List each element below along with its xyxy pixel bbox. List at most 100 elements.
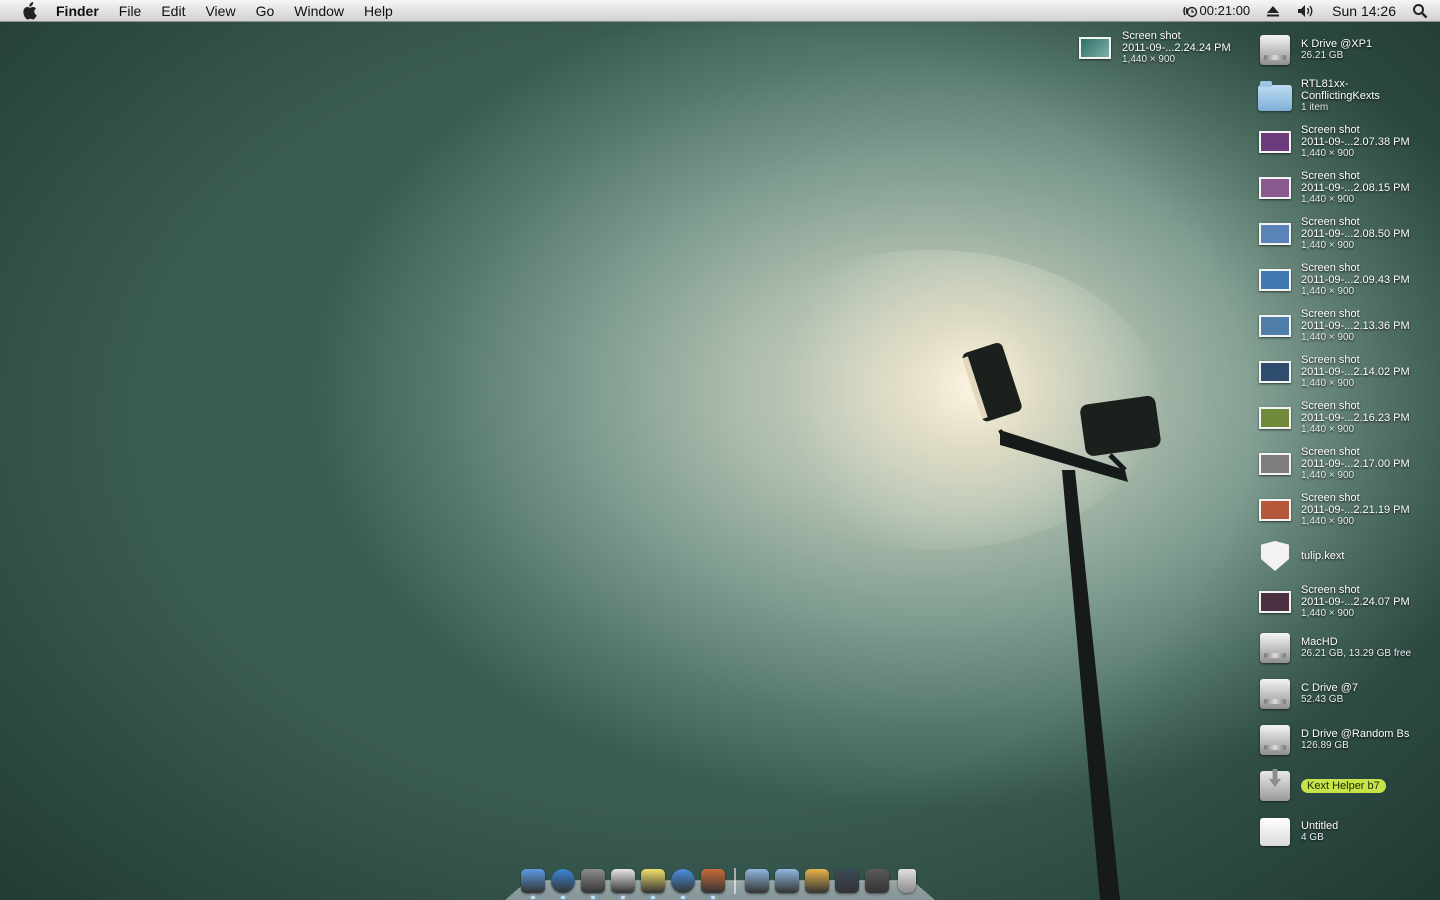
spotlight-menu-extra[interactable] [1404, 3, 1440, 19]
desktop-item-drive[interactable]: D Drive @Random Bs 126.89 GB [1258, 720, 1409, 760]
dock-screen-stack-1-icon[interactable] [834, 868, 860, 894]
desktop-item-whitedisk[interactable]: Untitled 4 GB [1258, 812, 1338, 852]
item-info: 1,440 × 900 [1301, 516, 1355, 527]
desktop-item-folder[interactable]: RTL81xx- ConflictingKexts 1 item [1258, 76, 1380, 116]
dock-finder-icon[interactable] [520, 868, 546, 899]
running-indicator [531, 896, 535, 899]
desktop-item-installer[interactable]: Kext Helper b7 [1258, 766, 1386, 806]
menu-file[interactable]: File [109, 0, 152, 22]
dock-preview-icon[interactable] [610, 868, 636, 899]
desktop-item-shot[interactable]: Screen shot 2011-09-...2.16.23 PM 1,440 × … [1258, 398, 1410, 438]
item-name: K Drive @XP1 [1301, 38, 1373, 50]
timer-icon [1182, 6, 1197, 18]
item-info: 126.89 GB [1301, 740, 1349, 751]
item-info: 4 GB [1301, 832, 1324, 843]
desktop-item-shot[interactable]: Screen shot 2011-09-...2.17.00 PM 1,440 × … [1258, 444, 1410, 484]
wallpaper-street-lamp [700, 250, 1161, 900]
dock-applications-stack-icon[interactable] [744, 868, 770, 894]
kext-bundle-icon [1258, 539, 1292, 573]
item-name: tulip.kext [1301, 550, 1345, 562]
desktop-item-shot[interactable]: Screen shot 2011-09-...2.09.43 PM 1,440 × … [1258, 260, 1410, 300]
image-thumbnail-icon [1258, 447, 1292, 481]
desktop-item-shot[interactable]: Screen shot 2011-09-...2.24.07 PM 1,440 × … [1258, 582, 1410, 622]
eject-menu-extra[interactable] [1258, 4, 1288, 18]
hard-drive-icon [1258, 723, 1292, 757]
menu-view[interactable]: View [195, 0, 245, 22]
dock-itunes-icon[interactable] [670, 868, 696, 899]
hard-drive-icon [1258, 631, 1292, 665]
image-thumbnail-icon [1078, 31, 1112, 65]
volume-menu-extra[interactable] [1288, 3, 1324, 19]
hard-drive-icon [1258, 677, 1292, 711]
menu-finder[interactable]: Finder [56, 0, 109, 22]
dock-trash-icon[interactable] [894, 868, 920, 894]
item-name-line2: 2011-09-...2.14.02 PM [1301, 366, 1410, 378]
desktop-item-shot[interactable]: Screen shot 2011-09-...2.07.38 PM 1,440 × … [1258, 122, 1410, 162]
desktop-item-shot[interactable]: Screen shot 2011-09-...2.13.36 PM 1,440 × … [1258, 306, 1410, 346]
item-info: 1,440 × 900 [1301, 194, 1355, 205]
item-name-line2: 2011-09-...2.24.24 PM [1122, 42, 1231, 54]
item-name: Untitled [1301, 820, 1339, 832]
item-name-line2: 2011-09-...2.09.43 PM [1301, 274, 1410, 286]
desktop-item-kext[interactable]: tulip.kext [1258, 536, 1344, 576]
item-info: 1,440 × 900 [1301, 378, 1355, 389]
timer-text: 00:21:00 [1199, 3, 1251, 18]
item-info: 1,440 × 900 [1301, 424, 1355, 435]
item-name: RTL81xx- [1301, 78, 1349, 90]
running-indicator [561, 896, 565, 899]
item-name: Screen shot [1301, 170, 1360, 182]
desktop-item-screenshot-2-24-24[interactable]: Screen shot 2011-09-...2.24.24 PM 1,440 … [1078, 30, 1231, 66]
desktop-item-drive[interactable]: MacHD 26.21 GB, 13.29 GB free [1258, 628, 1411, 668]
dock-safari-icon[interactable] [550, 868, 576, 899]
image-thumbnail-icon [1258, 171, 1292, 205]
desktop-item-shot[interactable]: Screen shot 2011-09-...2.08.50 PM 1,440 × … [1258, 214, 1410, 254]
apple-logo-icon[interactable] [18, 1, 40, 20]
running-indicator [711, 896, 715, 899]
item-info: 1,440 × 900 [1301, 332, 1355, 343]
running-indicator [681, 896, 685, 899]
item-name: C Drive @7 [1301, 682, 1359, 694]
item-name-line2: ConflictingKexts [1301, 90, 1380, 102]
menu-edit[interactable]: Edit [151, 0, 195, 22]
item-name-line2: 2011-09-...2.24.07 PM [1301, 596, 1410, 608]
item-name: D Drive @Random Bs [1301, 728, 1410, 740]
image-thumbnail-icon [1258, 401, 1292, 435]
item-name: Screen shot [1301, 584, 1360, 596]
desktop-item-shot[interactable]: Screen shot 2011-09-...2.08.15 PM 1,440 × … [1258, 168, 1410, 208]
item-info: 26.21 GB [1301, 50, 1344, 61]
item-info: 52.43 GB [1301, 694, 1344, 705]
dock-documents-stack-icon[interactable] [774, 868, 800, 894]
image-thumbnail-icon [1258, 355, 1292, 389]
item-name: Screen shot [1301, 446, 1360, 458]
item-info: 1,440 × 900 [1301, 286, 1355, 297]
menu-go[interactable]: Go [246, 0, 285, 22]
item-name: MacHD [1301, 636, 1338, 648]
dock-downloads-stack-icon[interactable] [804, 868, 830, 894]
eject-icon [1267, 6, 1280, 17]
desktop-item-drive[interactable]: C Drive @7 52.43 GB [1258, 674, 1358, 714]
dock-separator[interactable] [734, 868, 736, 894]
desktop-item-drive[interactable]: K Drive @XP1 26.21 GB [1258, 30, 1372, 70]
removable-disk-icon [1258, 815, 1292, 849]
menu-window[interactable]: Window [284, 0, 354, 22]
item-name-line2: 2011-09-...2.07.38 PM [1301, 136, 1410, 148]
clock-menu-extra[interactable]: Sun 14:26 [1324, 0, 1404, 22]
item-info: 1,440 × 900 [1301, 608, 1355, 619]
dock-screen-stack-2-icon[interactable] [864, 868, 890, 894]
desktop-item-shot[interactable]: Screen shot 2011-09-...2.21.19 PM 1,440 × … [1258, 490, 1410, 530]
menu-help[interactable]: Help [354, 0, 403, 22]
item-info: 26.21 GB, 13.29 GB free [1301, 648, 1412, 659]
dock-system-preferences-icon[interactable] [580, 868, 606, 899]
item-info: 1,440 × 900 [1301, 240, 1355, 251]
item-name: Screen shot [1301, 262, 1360, 274]
desktop-item-shot[interactable]: Screen shot 2011-09-...2.14.02 PM 1,440 × … [1258, 352, 1410, 392]
item-name: Kext Helper b7 [1301, 779, 1386, 793]
desktop-wallpaper [0, 0, 1440, 900]
dock-stickies-icon[interactable] [640, 868, 666, 899]
timer-menu-extra[interactable]: 00:21:00 [1174, 0, 1259, 22]
installer-app-icon [1258, 769, 1292, 803]
image-thumbnail-icon [1258, 585, 1292, 619]
dock-iphoto-icon[interactable] [700, 868, 726, 899]
image-thumbnail-icon [1258, 217, 1292, 251]
item-name-line2: 2011-09-...2.13.36 PM [1301, 320, 1410, 332]
